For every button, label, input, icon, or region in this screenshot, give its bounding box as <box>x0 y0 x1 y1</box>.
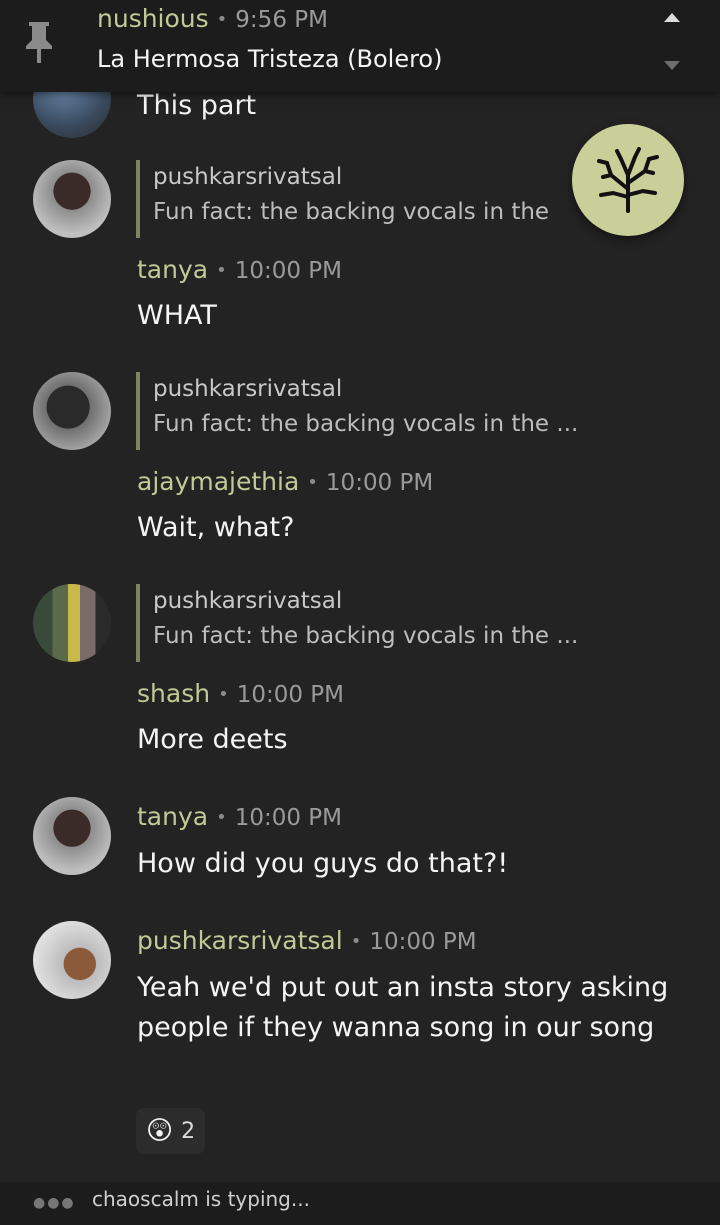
avatar[interactable] <box>33 797 111 875</box>
reply-text: Fun fact: the backing vocals in the ... <box>153 623 579 649</box>
reply-username: pushkarsrivatsal <box>153 376 343 402</box>
separator-dot: • <box>218 684 229 705</box>
separator-dot: • <box>350 931 362 952</box>
reply-quote[interactable]: pushkarsrivatsal Fun fact: the backing v… <box>136 160 623 238</box>
message-text: Wait, what? <box>137 512 295 543</box>
message-text: This part <box>137 90 257 121</box>
avatar[interactable] <box>33 372 111 450</box>
message-time: 10:00 PM <box>325 470 434 496</box>
message-text: WHAT <box>137 300 217 331</box>
separator-dot: • <box>216 9 228 30</box>
astonished-face-icon: 😲 <box>146 1116 174 1146</box>
coral-branch-button[interactable] <box>572 124 684 236</box>
reply-quote[interactable]: pushkarsrivatsal Fun fact: the backing v… <box>136 584 623 662</box>
reply-quote[interactable]: pushkarsrivatsal Fun fact: the backing v… <box>136 372 623 450</box>
message-time: 10:00 PM <box>369 929 477 955</box>
message-username[interactable]: ajaymajethia <box>137 467 299 496</box>
message-header: shash • 10:00 PM <box>137 677 344 714</box>
message-time: 10:00 PM <box>236 682 344 708</box>
typing-dots-icon: ●●● <box>33 1195 76 1211</box>
message-header: tanya • 10:00 PM <box>137 253 342 290</box>
typing-indicator: ●●● chaoscalm is typing... <box>0 1182 720 1225</box>
message-username[interactable]: tanya <box>137 255 208 284</box>
message-header: ajaymajethia • 10:00 PM <box>137 465 433 502</box>
coral-branch-icon <box>597 147 659 213</box>
chat-screen: This part nushious • 9:56 PM La Hermosa Tr… <box>0 0 720 1225</box>
message-text: Yeah we'd put out an insta story asking … <box>137 972 669 1043</box>
message-username[interactable]: tanya <box>137 802 208 831</box>
pinned-meta: nushious • 9:56 PM <box>97 4 328 33</box>
message-username[interactable]: shash <box>137 679 210 708</box>
reaction-chip[interactable]: 😲 2 <box>136 1108 206 1154</box>
pinned-username[interactable]: nushious <box>97 4 209 33</box>
message-text: How did you guys do that?! <box>137 848 509 879</box>
pinned-message-bar[interactable]: nushious • 9:56 PM La Hermosa Tristeza (Bo… <box>0 0 720 92</box>
message-header: tanya • 10:00 PM <box>137 800 342 837</box>
message-text: More deets <box>137 724 288 755</box>
pinned-time: 9:56 PM <box>235 7 328 33</box>
reaction-count: 2 <box>181 1118 196 1144</box>
pin-icon[interactable] <box>22 22 56 64</box>
separator-dot: • <box>307 472 318 493</box>
pinned-text: La Hermosa Tristeza (Bolero) <box>97 45 443 73</box>
avatar[interactable] <box>33 160 111 238</box>
reply-text: Fun fact: the backing vocals in the ... <box>153 411 579 437</box>
arrow-down-icon[interactable] <box>664 61 680 71</box>
avatar[interactable] <box>33 921 111 999</box>
separator-dot: • <box>216 260 227 281</box>
message-time: 10:00 PM <box>234 805 343 831</box>
avatar[interactable] <box>33 584 111 662</box>
separator-dot: • <box>216 807 227 828</box>
arrow-up-icon[interactable] <box>664 12 680 22</box>
message-time: 10:00 PM <box>234 258 343 284</box>
message-username[interactable]: pushkarsrivatsal <box>137 926 343 955</box>
reply-username: pushkarsrivatsal <box>153 588 343 614</box>
reply-text: Fun fact: the backing vocals in the <box>153 199 550 225</box>
typing-text: chaoscalm is typing... <box>92 1187 310 1211</box>
message-header: pushkarsrivatsal • 10:00 PM <box>137 924 477 961</box>
reply-username: pushkarsrivatsal <box>153 164 343 190</box>
